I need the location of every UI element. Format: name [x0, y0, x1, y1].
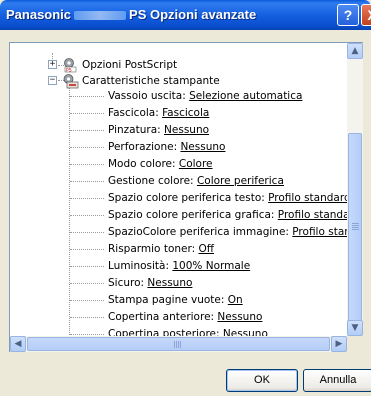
window-title-prefix: Panasonic [6, 7, 72, 22]
help-button[interactable]: ? [337, 4, 359, 26]
option-value[interactable]: Nessuno [147, 277, 192, 289]
tree-item-copertina-anteriore[interactable]: Copertina anteriore: Nessuno [108, 309, 262, 325]
tree-connector [70, 249, 104, 250]
redacted-model-name [74, 11, 127, 21]
cancel-button[interactable]: Annulla [303, 369, 371, 392]
tree-connector [70, 164, 104, 165]
tree-item-sicuro[interactable]: Sicuro: Nessuno [108, 275, 192, 291]
scroll-up-icon[interactable]: ▲ [347, 43, 363, 59]
tree-item-risparmio-toner[interactable]: Risparmio toner: Off [108, 241, 214, 257]
tree-item-spazio-colore-grafica[interactable]: Spazio colore periferica grafica: Profil… [108, 207, 347, 223]
minus-box-icon[interactable]: − [48, 76, 57, 85]
option-label: Fascicola: [108, 107, 163, 119]
postscript-gear-icon: PS [62, 57, 79, 73]
horizontal-scroll-thumb[interactable] [27, 337, 330, 351]
option-label: Gestione colore: [108, 175, 197, 187]
option-label: Risparmio toner: [108, 243, 199, 255]
option-label: Copertina anteriore: [108, 311, 218, 323]
tree-connector [69, 79, 70, 335]
thumb-grip [174, 341, 175, 348]
option-label: Copertina posteriore: [108, 328, 223, 336]
option-value[interactable]: Nessuno [164, 124, 209, 136]
tree-connector [70, 181, 104, 182]
tree-item-gestione-colore[interactable]: Gestione colore: Colore periferica [108, 173, 284, 189]
tree-connector [70, 147, 104, 148]
option-label: SpazioColore periferica immagine: [108, 226, 293, 238]
tree-node-label: Opzioni PostScript [82, 59, 178, 71]
option-value[interactable]: Profilo standard con C [292, 226, 347, 238]
printer-gear-icon [62, 73, 79, 89]
option-label: Luminosità: [108, 260, 173, 272]
plus-box-icon[interactable]: + [48, 60, 57, 69]
tree-connector [70, 113, 104, 114]
option-label: Spazio colore periferica testo: [108, 192, 269, 204]
option-label: Stampa pagine vuote: [108, 294, 228, 306]
tree-connector [70, 96, 104, 97]
scrollbar-corner [347, 336, 363, 352]
tree-item-spazio-colore-immagine[interactable]: SpazioColore periferica immagine: Profil… [108, 224, 347, 240]
option-value[interactable]: Colore periferica [197, 175, 284, 187]
option-label: Spazio colore periferica grafica: [108, 209, 278, 221]
option-value[interactable]: Profilo standard con ner [278, 209, 347, 221]
close-button[interactable]: X [361, 4, 371, 26]
tree-connector [70, 215, 104, 216]
tree-connector [70, 198, 104, 199]
scroll-left-icon[interactable]: ◀ [10, 336, 26, 352]
tree-item-copertina-posteriore[interactable]: Copertina posteriore: Nessuno [108, 326, 268, 336]
option-value[interactable]: Fascicola [162, 107, 209, 119]
tree-connector [70, 300, 104, 301]
tree-connector [70, 266, 104, 267]
tree-item-fascicola[interactable]: Fascicola: Fascicola [108, 105, 209, 121]
tree-item-spazio-colore-testo[interactable]: Spazio colore periferica testo: Profilo … [108, 190, 347, 206]
option-value[interactable]: Selezione automatica [189, 90, 302, 102]
options-tree-view[interactable]: + PS Opzioni PostScript − Caratteristich… [9, 42, 363, 352]
tree-node-label: Caratteristiche stampante [82, 75, 220, 87]
option-label: Sicuro: [108, 277, 148, 289]
tree-item-vassoio-uscita[interactable]: Vassoio uscita: Selezione automatica [108, 88, 302, 104]
option-value[interactable]: Nessuno [180, 141, 225, 153]
tree-connector [70, 317, 104, 318]
option-value[interactable]: Colore [179, 158, 213, 170]
tree-item-modo-colore[interactable]: Modo colore: Colore [108, 156, 213, 172]
title-bar: Panasonic PS Opzioni avanzate ? X [0, 0, 371, 30]
window-title: Panasonic PS Opzioni avanzate [6, 7, 256, 22]
scroll-right-icon[interactable]: ▶ [331, 336, 347, 352]
option-value[interactable]: Nessuno [217, 311, 262, 323]
option-label: Modo colore: [108, 158, 179, 170]
tree-content: + PS Opzioni PostScript − Caratteristich… [10, 43, 347, 336]
option-value[interactable]: On [228, 294, 243, 306]
option-value[interactable]: 100% Normale [172, 260, 250, 272]
ok-button[interactable]: OK [226, 369, 298, 392]
tree-item-perforazione[interactable]: Perforazione: Nessuno [108, 139, 225, 155]
option-label: Vassoio uscita: [108, 90, 190, 102]
scroll-down-icon[interactable]: ▼ [347, 320, 363, 336]
horizontal-scrollbar[interactable]: ◀ ▶ [10, 336, 347, 352]
option-value[interactable]: Profilo standard con nero- [268, 192, 347, 204]
vertical-scroll-thumb[interactable] [348, 133, 362, 321]
option-label: Pinzatura: [108, 124, 165, 136]
window-title-suffix: PS Opzioni avanzate [129, 7, 257, 22]
tree-connector [70, 283, 104, 284]
option-label: Perforazione: [108, 141, 181, 153]
tree-connector [70, 334, 104, 335]
tree-item-luminosita[interactable]: Luminosità: 100% Normale [108, 258, 250, 274]
option-value[interactable]: Nessuno [223, 328, 268, 336]
tree-connector [70, 232, 104, 233]
thumb-grip [352, 223, 359, 224]
tree-item-pinzatura[interactable]: Pinzatura: Nessuno [108, 122, 209, 138]
vertical-scrollbar[interactable]: ▲ ▼ [347, 43, 363, 336]
tree-item-stampa-pagine-vuote[interactable]: Stampa pagine vuote: On [108, 292, 243, 308]
option-value[interactable]: Off [199, 243, 215, 255]
tree-connector [70, 130, 104, 131]
